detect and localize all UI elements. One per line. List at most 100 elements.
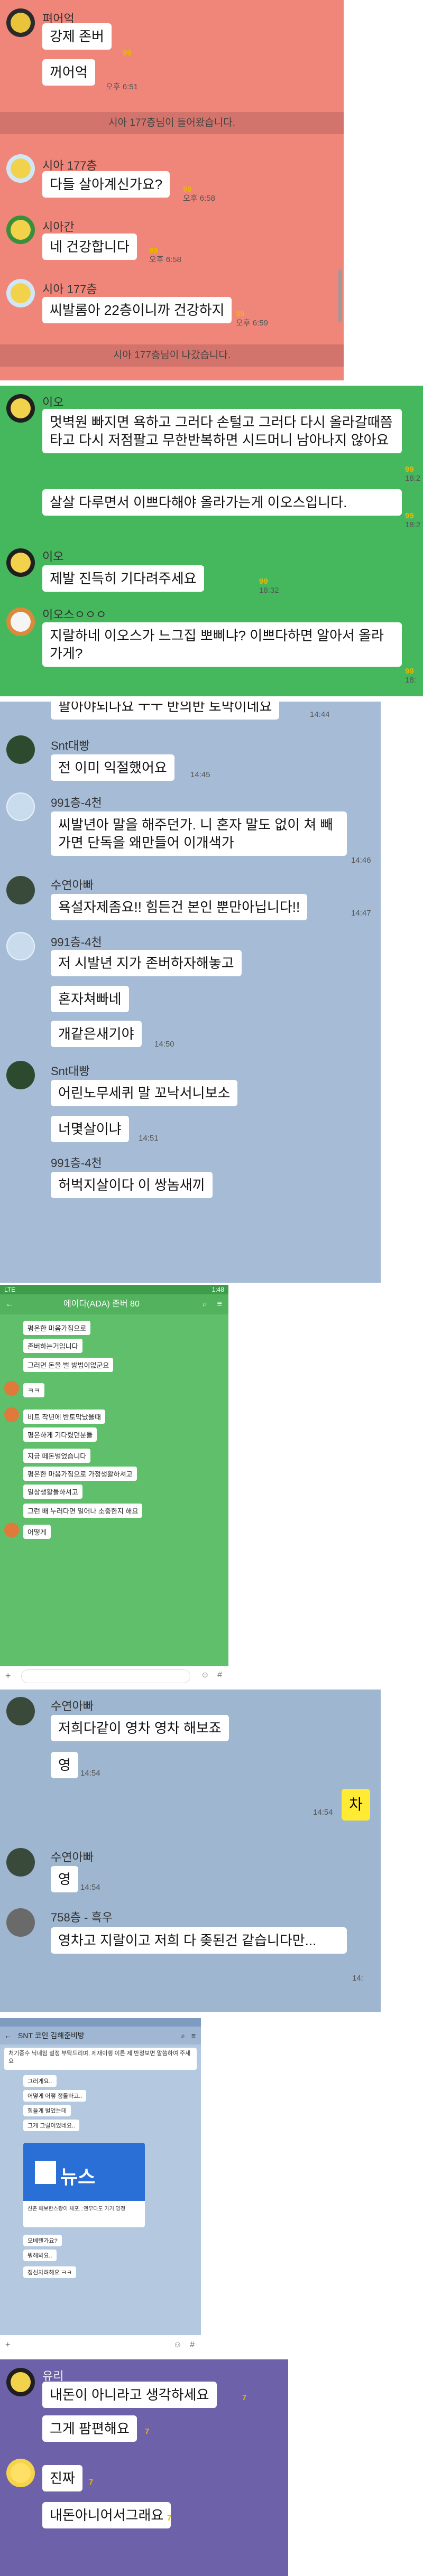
sender-name: 수연아빠 bbox=[51, 1851, 94, 1864]
message-bubble[interactable]: 그러게요.. bbox=[23, 2075, 57, 2087]
message-bubble[interactable]: 영 bbox=[51, 1752, 78, 1778]
message-bubble[interactable]: 살살 다루면서 이쁘다해야 올라가는게 이오스입니다. bbox=[42, 489, 402, 516]
message-bubble[interactable]: 진짜 bbox=[42, 2465, 82, 2491]
sender-name: 이오 bbox=[42, 550, 64, 563]
message-meta: 7 bbox=[167, 2514, 172, 2523]
message-bubble[interactable]: 팔아야되나요 ㅜㅜ 반의반 토막이네요 bbox=[51, 702, 280, 720]
message-bubble[interactable]: 일상생활들하셔고 bbox=[23, 1485, 82, 1499]
sender-name: 시아 177층 bbox=[42, 283, 97, 296]
message-meta: 14:50 bbox=[154, 1040, 174, 1049]
message-meta: 99 18: bbox=[405, 667, 416, 685]
avatar[interactable] bbox=[6, 792, 35, 821]
avatar[interactable] bbox=[4, 1523, 19, 1537]
message-bubble[interactable]: 욕설자제좀요!! 힘든건 본인 뿐만아닙니다!! bbox=[51, 894, 308, 920]
news-thumbnail: 뉴스 bbox=[23, 2143, 145, 2201]
avatar[interactable] bbox=[6, 932, 35, 960]
message-bubble[interactable]: 평온하게 기다렸던분들 bbox=[23, 1427, 97, 1442]
avatar[interactable] bbox=[6, 1061, 35, 1089]
sender-name: Snt대빵 bbox=[51, 739, 90, 752]
message-bubble[interactable]: 전 이미 익절했어요 bbox=[51, 754, 174, 781]
message-bubble[interactable]: 힘들게 벌었는데 bbox=[23, 2105, 71, 2116]
message-bubble[interactable]: 씨발롬아 22층이니까 건강하지 bbox=[42, 297, 232, 323]
avatar[interactable] bbox=[4, 1407, 19, 1422]
message-bubble[interactable]: 강제 존버 bbox=[42, 23, 112, 50]
add-icon[interactable]: + bbox=[5, 1670, 11, 1682]
message-bubble[interactable]: 뭐해봐요.. bbox=[23, 2250, 57, 2261]
hash-icon[interactable]: # bbox=[190, 2340, 195, 2350]
emoji-icon[interactable]: ☺ bbox=[173, 2340, 182, 2350]
notice-banner[interactable]: 처기중수 닉네임 설정 부탁드리며, 제재이행 이른 제 반정보면 말씀하여 주… bbox=[4, 2048, 197, 2070]
avatar[interactable] bbox=[6, 608, 35, 636]
avatar[interactable] bbox=[6, 1697, 35, 1725]
my-message-bubble[interactable]: 차 bbox=[342, 1789, 370, 1821]
add-icon[interactable]: + bbox=[5, 2340, 10, 2350]
avatar[interactable] bbox=[6, 548, 35, 577]
message-bubble[interactable]: 내돈이 아니라고 생각하세요 bbox=[42, 2382, 217, 2408]
message-bubble[interactable]: 어떻게 bbox=[23, 1525, 51, 1539]
avatar[interactable] bbox=[6, 279, 35, 307]
scrollbar[interactable] bbox=[338, 269, 342, 322]
sender-name: 수연아빠 bbox=[51, 879, 94, 892]
message-bubble[interactable]: 영 bbox=[51, 1866, 78, 1892]
news-card[interactable]: 뉴스 신촌 에보한스랑이 체포...엔무다도 가거 영정 bbox=[23, 2143, 145, 2227]
message-bubble[interactable]: 비트 작년에 반토막났을때 bbox=[23, 1410, 105, 1424]
message-bubble[interactable]: 정신차려해요 ㅋㅋ bbox=[23, 2266, 77, 2278]
message-bubble[interactable]: 그게 팜편해요 bbox=[42, 2415, 137, 2442]
avatar[interactable] bbox=[6, 876, 35, 904]
menu-icon[interactable]: ≡ bbox=[191, 2027, 196, 2045]
emoji-icon[interactable]: ☺ bbox=[201, 1670, 209, 1680]
search-icon[interactable]: ⌕ bbox=[203, 1294, 207, 1314]
message-bubble[interactable]: 멋벽원 빠지면 욕하고 그러다 손털고 그러다 다시 올라갈때쯤 타고 다시 저… bbox=[42, 409, 402, 453]
message-bubble[interactable]: 지랄하네 이오스가 느그집 뽀삐냐? 이쁘다하면 알아서 올라가게? bbox=[42, 622, 402, 667]
avatar[interactable] bbox=[6, 394, 35, 423]
message-bubble[interactable]: 어린노무세퀴 말 꼬낙서니보소 bbox=[51, 1080, 238, 1106]
message-bubble[interactable]: 꺼어억 bbox=[42, 59, 95, 86]
menu-icon[interactable]: ≡ bbox=[217, 1294, 222, 1314]
message-bubble[interactable]: 씨발년아 말을 해주던가. 니 혼자 말도 없이 쳐 빼가면 단독을 왜만들어 … bbox=[51, 811, 347, 856]
message-bubble[interactable]: 저 시발년 지가 존버하자해놓고 bbox=[51, 950, 242, 976]
message-bubble[interactable]: 존버하는거입니다 bbox=[23, 1339, 82, 1353]
chat-panel-4: LTE 1:48 ← 에이다(ADA) 존버 80 ⌕ ≡ 평온한 마음가짐으로… bbox=[0, 1285, 228, 1686]
message-bubble[interactable]: 허벅지살이다 이 쌍놈새끼 bbox=[51, 1172, 213, 1198]
message-bubble[interactable]: 오베텐가요? bbox=[23, 2235, 62, 2246]
message-bubble[interactable]: 저희다같이 영차 영차 해보죠 bbox=[51, 1715, 229, 1741]
hash-icon[interactable]: # bbox=[217, 1670, 222, 1680]
sender-name: 수연아빠 bbox=[51, 1700, 94, 1713]
avatar[interactable] bbox=[6, 8, 35, 37]
back-icon[interactable]: ← bbox=[5, 1294, 14, 1314]
message-bubble[interactable]: 그러면 돈을 벌 방법이없군요 bbox=[23, 1358, 114, 1372]
message-bubble[interactable]: 그런 배 누러다면 일어나 소중한지 해요 bbox=[23, 1504, 143, 1518]
message-bubble[interactable]: 평온한 마음가짐으로 bbox=[23, 1321, 91, 1335]
avatar[interactable] bbox=[6, 216, 35, 244]
message-meta: 7 bbox=[89, 2478, 94, 2487]
message-bubble[interactable]: 지금 떼돈벌었습니다 bbox=[23, 1449, 91, 1463]
message-bubble[interactable]: 어떻게 어떻 정돌하고.. bbox=[23, 2090, 87, 2102]
sender-name: 758층 - 흑우 bbox=[51, 1911, 113, 1924]
avatar[interactable] bbox=[6, 1908, 35, 1937]
message-bubble[interactable]: ㅋㅋ bbox=[23, 1383, 44, 1397]
message-bubble[interactable]: 그게 그럴이었네요.. bbox=[23, 2120, 80, 2131]
message-bubble[interactable]: 너몇살이냐 bbox=[51, 1116, 129, 1142]
avatar[interactable] bbox=[6, 1848, 35, 1877]
search-icon[interactable]: ⌕ bbox=[181, 2027, 185, 2045]
avatar[interactable] bbox=[4, 1381, 19, 1396]
message-input[interactable] bbox=[21, 1669, 190, 1683]
message-meta: 99 18:2 bbox=[405, 465, 421, 483]
join-notice: 시아 177층님이 들어왔습니다. bbox=[0, 112, 344, 134]
message-bubble[interactable]: 평온한 마음가짐으로 가정생활하셔고 bbox=[23, 1467, 137, 1481]
chat-panel-3: 팔아야되나요 ㅜㅜ 반의반 토막이네요 14:44 Snt대빵 전 이미 익절했… bbox=[0, 702, 381, 1283]
message-meta: 99 18:32 bbox=[259, 577, 279, 595]
message-bubble[interactable]: 네 건강합니다 bbox=[42, 234, 137, 260]
message-bubble[interactable]: 다들 살아계신가요? bbox=[42, 171, 170, 198]
back-icon[interactable]: ← bbox=[4, 2027, 12, 2045]
avatar[interactable] bbox=[6, 735, 35, 764]
message-bubble[interactable]: 영차고 지랄이고 저희 다 좆된건 같습니다만... bbox=[51, 1927, 347, 1954]
avatar[interactable] bbox=[6, 154, 35, 183]
message-bubble[interactable]: 개같은새기야 bbox=[51, 1021, 142, 1047]
avatar[interactable] bbox=[6, 2368, 35, 2396]
message-bubble[interactable]: 내돈아니어서그래요 bbox=[42, 2502, 171, 2528]
message-bubble[interactable]: 제발 진득히 기다려주세요 bbox=[42, 565, 204, 592]
message-bubble[interactable]: 혼자쳐빠네 bbox=[51, 986, 129, 1012]
chat-header: ← 에이다(ADA) 존버 80 ⌕ ≡ bbox=[0, 1294, 228, 1314]
avatar[interactable] bbox=[6, 2459, 35, 2487]
